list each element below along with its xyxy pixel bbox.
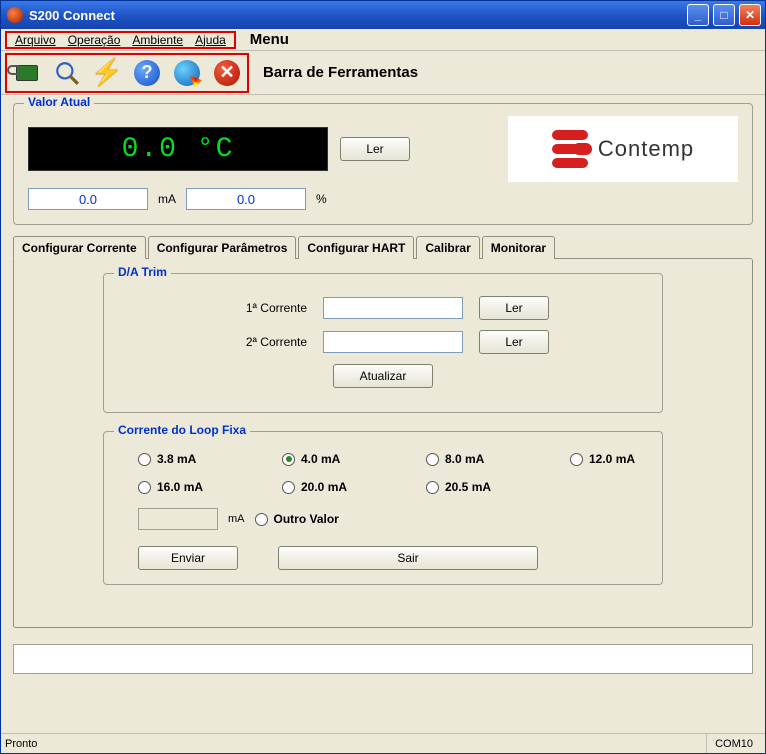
logo-text: Contemp — [598, 136, 694, 162]
menu-ambiente[interactable]: Ambiente — [126, 33, 189, 47]
temperature-display: 0.0 °C — [28, 127, 328, 171]
toolbar: ⚡ ? ✕ Barra de Ferramentas — [1, 51, 765, 95]
close-icon[interactable]: ✕ — [213, 59, 241, 87]
radio-8-0ma[interactable]: 8.0 mA — [426, 452, 546, 466]
valor-atual-legend: Valor Atual — [24, 95, 94, 109]
menu-highlight-box: Arquivo Operação Ambiente Ajuda — [5, 31, 236, 49]
radio-4-0ma[interactable]: 4.0 mA — [282, 452, 402, 466]
radio-20-0ma[interactable]: 20.0 mA — [282, 480, 402, 494]
outro-valor-input[interactable] — [138, 508, 218, 530]
help-icon[interactable]: ? — [133, 59, 161, 87]
minimize-button[interactable]: _ — [687, 4, 709, 26]
statusbar: Pronto COM10 — [1, 733, 765, 753]
radio-3-8ma[interactable]: 3.8 mA — [138, 452, 258, 466]
corrente2-input[interactable] — [323, 331, 463, 353]
da-trim-group: D/A Trim 1ª Corrente Ler 2ª Corrente Ler… — [103, 273, 663, 413]
toolbar-highlight-box: ⚡ ? ✕ — [5, 53, 249, 93]
logo-icon — [552, 131, 588, 167]
sair-button[interactable]: Sair — [278, 546, 538, 570]
radio-label: Outro Valor — [274, 512, 339, 526]
tab-configurar-corrente[interactable]: Configurar Corrente — [13, 236, 146, 259]
ler-corrente1-button[interactable]: Ler — [479, 296, 549, 320]
tab-configurar-parametros[interactable]: Configurar Parâmetros — [148, 236, 297, 259]
menu-arquivo[interactable]: Arquivo — [9, 33, 62, 47]
ler-valor-button[interactable]: Ler — [340, 137, 410, 161]
radio-label: 12.0 mA — [589, 452, 635, 466]
titlebar: S200 Connect _ □ ✕ — [1, 1, 765, 29]
radio-16-0ma[interactable]: 16.0 mA — [138, 480, 258, 494]
radio-label: 16.0 mA — [157, 480, 203, 494]
percent-unit-label: % — [316, 192, 327, 206]
corrente1-label: 1ª Corrente — [217, 301, 307, 315]
outro-unit-label: mA — [228, 513, 245, 525]
radio-label: 20.0 mA — [301, 480, 347, 494]
menu-annotation-label: Menu — [250, 31, 289, 48]
ler-corrente2-button[interactable]: Ler — [479, 330, 549, 354]
search-icon[interactable] — [53, 59, 81, 87]
tab-calibrar[interactable]: Calibrar — [416, 236, 479, 259]
app-icon — [7, 7, 23, 23]
tab-panel: D/A Trim 1ª Corrente Ler 2ª Corrente Ler… — [13, 258, 753, 628]
toolbar-annotation-label: Barra de Ferramentas — [263, 64, 418, 81]
message-area — [13, 644, 753, 674]
loop-fixa-group: Corrente do Loop Fixa 3.8 mA 4.0 mA 8.0 … — [103, 431, 663, 585]
loop-fixa-legend: Corrente do Loop Fixa — [114, 423, 250, 437]
status-port: COM10 — [706, 734, 761, 753]
menu-ajuda[interactable]: Ajuda — [189, 33, 232, 47]
radio-label: 4.0 mA — [301, 452, 340, 466]
radio-12-0ma[interactable]: 12.0 mA — [570, 452, 690, 466]
corrente1-input[interactable] — [323, 297, 463, 319]
lightning-icon[interactable]: ⚡ — [93, 59, 121, 87]
radio-label: 20.5 mA — [445, 480, 491, 494]
radio-20-5ma[interactable]: 20.5 mA — [426, 480, 546, 494]
tab-configurar-hart[interactable]: Configurar HART — [298, 236, 414, 259]
enviar-button[interactable]: Enviar — [138, 546, 238, 570]
menubar: Arquivo Operação Ambiente Ajuda Menu — [1, 29, 765, 51]
connect-device-icon[interactable] — [13, 59, 41, 87]
percent-value-input[interactable] — [186, 188, 306, 210]
logo: Contemp — [508, 116, 738, 182]
tab-monitorar[interactable]: Monitorar — [482, 236, 555, 259]
radio-label: 8.0 mA — [445, 452, 484, 466]
atualizar-button[interactable]: Atualizar — [333, 364, 433, 388]
status-left: Pronto — [5, 738, 37, 750]
maximize-button[interactable]: □ — [713, 4, 735, 26]
da-trim-legend: D/A Trim — [114, 265, 171, 279]
close-window-button[interactable]: ✕ — [739, 4, 761, 26]
menu-operacao[interactable]: Operação — [62, 33, 127, 47]
tab-strip: Configurar Corrente Configurar Parâmetro… — [13, 235, 753, 258]
radio-label: 3.8 mA — [157, 452, 196, 466]
radio-outro-valor[interactable]: Outro Valor — [255, 512, 339, 526]
valor-atual-group: Valor Atual 0.0 °C Ler Contemp mA % — [13, 103, 753, 225]
globe-icon[interactable] — [173, 59, 201, 87]
ma-value-input[interactable] — [28, 188, 148, 210]
window-title: S200 Connect — [29, 8, 687, 23]
ma-unit-label: mA — [158, 192, 176, 206]
corrente2-label: 2ª Corrente — [217, 335, 307, 349]
